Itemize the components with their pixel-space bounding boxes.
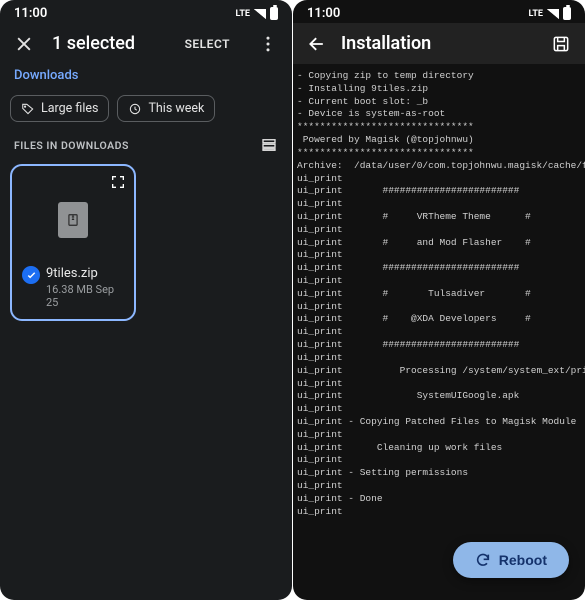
terminal-line: ui_print - Done bbox=[297, 493, 585, 506]
terminal-line: - Copying zip to temp directory bbox=[297, 70, 585, 83]
save-icon[interactable] bbox=[551, 34, 571, 54]
terminal-line: ui_print - Copying Patched Files to Magi… bbox=[297, 416, 585, 429]
terminal-line: - Device is system-as-root bbox=[297, 108, 585, 121]
terminal-line: ui_print bbox=[297, 326, 585, 339]
terminal-line: ui_print bbox=[297, 506, 585, 519]
terminal-line: ui_print bbox=[297, 378, 585, 391]
terminal-line: Archive: /data/user/0/com.topjohnwu.magi… bbox=[297, 160, 585, 173]
terminal-line: ui_print Cleaning up work files bbox=[297, 442, 585, 455]
file-picker-screen: 11:00 LTE 1 selected SELECT Downloads La… bbox=[0, 0, 292, 600]
section-label: FILES IN DOWNLOADS bbox=[14, 139, 129, 152]
expand-icon[interactable] bbox=[110, 174, 126, 190]
selection-header: 1 selected SELECT bbox=[0, 23, 292, 64]
install-header: Installation bbox=[293, 23, 585, 64]
status-time: 11:00 bbox=[307, 6, 340, 21]
signal-icon bbox=[254, 9, 266, 19]
terminal-line: ui_print ######################## bbox=[297, 339, 585, 352]
terminal-output: - Copying zip to temp directory- Install… bbox=[293, 64, 585, 524]
status-time: 11:00 bbox=[14, 6, 47, 21]
terminal-line: ui_print bbox=[297, 173, 585, 186]
terminal-line: - Installing 9tiles.zip bbox=[297, 83, 585, 96]
terminal-line: ui_print bbox=[297, 198, 585, 211]
view-list-icon[interactable] bbox=[260, 136, 278, 154]
terminal-line: ui_print bbox=[297, 403, 585, 416]
chip-label: This week bbox=[148, 101, 204, 116]
clock-icon bbox=[128, 102, 142, 116]
terminal-line: ******************************* bbox=[297, 147, 585, 160]
terminal-line: ui_print - Setting permissions bbox=[297, 467, 585, 480]
network-label: LTE bbox=[528, 9, 543, 19]
terminal-line: ui_print Processing /system/system_ext/p… bbox=[297, 365, 585, 378]
status-icons: LTE bbox=[235, 7, 278, 20]
reboot-icon bbox=[475, 552, 491, 568]
terminal-line: ui_print bbox=[297, 429, 585, 442]
terminal-line: ui_print bbox=[297, 249, 585, 262]
terminal-line: ui_print # VRTheme Theme # bbox=[297, 211, 585, 224]
battery-icon bbox=[270, 7, 278, 20]
terminal-line: ui_print # @XDA Developers # bbox=[297, 313, 585, 326]
terminal-line: ui_print bbox=[297, 224, 585, 237]
chip-label: Large files bbox=[41, 101, 98, 116]
terminal-line: ui_print bbox=[297, 454, 585, 467]
file-name: 9tiles.zip bbox=[46, 266, 124, 281]
chip-large-files[interactable]: Large files bbox=[10, 95, 109, 122]
terminal-line: ui_print bbox=[297, 275, 585, 288]
chip-this-week[interactable]: This week bbox=[117, 95, 215, 122]
status-bar: 11:00 LTE bbox=[293, 0, 585, 23]
filter-chips: Large files This week bbox=[0, 95, 292, 136]
more-icon[interactable] bbox=[258, 34, 278, 54]
terminal-line: ui_print bbox=[297, 480, 585, 493]
terminal-line: ui_print # and Mod Flasher # bbox=[297, 237, 585, 250]
header-title: 1 selected bbox=[52, 33, 167, 54]
section-header: FILES IN DOWNLOADS bbox=[0, 136, 292, 164]
file-card[interactable]: 9tiles.zip 16.38 MB Sep 25 bbox=[10, 164, 136, 321]
signal-icon bbox=[547, 9, 559, 19]
file-meta: 16.38 MB Sep 25 bbox=[46, 283, 124, 309]
checkmark-icon bbox=[22, 266, 40, 284]
terminal-line: - Current boot slot: _b bbox=[297, 96, 585, 109]
zip-icon bbox=[66, 212, 80, 228]
status-icons: LTE bbox=[528, 7, 571, 20]
terminal-line: ui_print ######################## bbox=[297, 262, 585, 275]
file-thumbnail bbox=[58, 202, 88, 238]
network-label: LTE bbox=[235, 9, 250, 19]
status-bar: 11:00 LTE bbox=[0, 0, 292, 23]
terminal-line: ui_print ######################## bbox=[297, 185, 585, 198]
page-title: Installation bbox=[341, 33, 537, 54]
breadcrumb[interactable]: Downloads bbox=[0, 64, 292, 95]
terminal-line: ******************************* bbox=[297, 121, 585, 134]
terminal-line: ui_print bbox=[297, 352, 585, 365]
terminal-line: ui_print SystemUIGoogle.apk bbox=[297, 390, 585, 403]
select-button[interactable]: SELECT bbox=[185, 37, 230, 51]
installation-screen: 11:00 LTE Installation - Copying zip to … bbox=[293, 0, 585, 600]
battery-icon bbox=[563, 7, 571, 20]
reboot-button[interactable]: Reboot bbox=[453, 542, 569, 578]
terminal-line: Powered by Magisk (@topjohnwu) bbox=[297, 134, 585, 147]
terminal-line: ui_print # Tulsadiver # bbox=[297, 288, 585, 301]
reboot-label: Reboot bbox=[499, 552, 547, 568]
back-icon[interactable] bbox=[307, 34, 327, 54]
terminal-line: ui_print bbox=[297, 301, 585, 314]
tag-icon bbox=[21, 102, 35, 116]
close-icon[interactable] bbox=[14, 34, 34, 54]
